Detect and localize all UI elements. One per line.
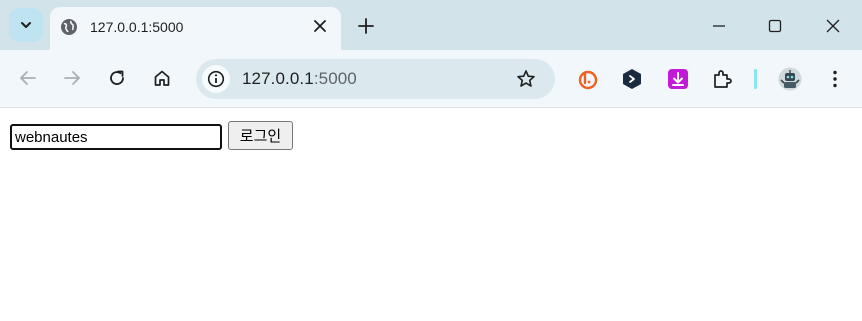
page-content: 로그인 bbox=[0, 108, 862, 321]
info-icon bbox=[207, 70, 225, 88]
browser-chrome: 127.0.0.1:5000 127.0.0.1:5000 bbox=[0, 0, 862, 108]
browser-menu-button[interactable] bbox=[826, 67, 844, 91]
close-icon bbox=[826, 19, 840, 33]
bitly-extension-icon bbox=[578, 70, 598, 90]
chevron-down-icon bbox=[21, 22, 31, 28]
toolbar: 127.0.0.1:5000 bbox=[0, 50, 862, 108]
download-extension-button[interactable] bbox=[666, 67, 690, 91]
maximize-button[interactable] bbox=[765, 16, 785, 36]
robot-profile-icon bbox=[778, 67, 802, 91]
hex-extension-button[interactable] bbox=[620, 67, 644, 91]
profile-button[interactable] bbox=[778, 67, 802, 91]
active-tab[interactable]: 127.0.0.1:5000 bbox=[50, 7, 341, 50]
extensions-button[interactable] bbox=[711, 67, 735, 91]
toolbar-divider bbox=[754, 69, 757, 89]
bitly-extension-button[interactable] bbox=[576, 67, 600, 91]
maximize-icon bbox=[768, 19, 782, 33]
back-button[interactable] bbox=[17, 67, 39, 89]
download-extension-icon bbox=[668, 69, 688, 89]
reload-icon bbox=[110, 70, 124, 85]
puzzle-extensions-icon bbox=[714, 70, 732, 88]
globe-icon bbox=[61, 19, 77, 35]
reload-button[interactable] bbox=[106, 67, 128, 89]
home-button[interactable] bbox=[151, 67, 173, 89]
tab-title: 127.0.0.1:5000 bbox=[90, 19, 184, 35]
hex-extension-icon bbox=[623, 69, 641, 89]
url-host: 127.0.0.1 bbox=[242, 69, 314, 88]
star-icon bbox=[517, 70, 535, 87]
site-info-button[interactable] bbox=[202, 65, 230, 93]
close-icon[interactable] bbox=[311, 17, 329, 35]
forward-arrow-icon bbox=[64, 71, 80, 85]
username-input[interactable] bbox=[10, 124, 222, 150]
window-close-button[interactable] bbox=[823, 16, 843, 36]
kebab-menu-icon bbox=[833, 70, 837, 88]
url-text[interactable]: 127.0.0.1:5000 bbox=[242, 69, 357, 89]
home-icon bbox=[154, 70, 170, 86]
minimize-icon bbox=[713, 25, 725, 27]
minimize-button[interactable] bbox=[709, 16, 729, 36]
tab-search-button[interactable] bbox=[9, 8, 43, 42]
new-tab-button[interactable] bbox=[355, 15, 377, 37]
forward-button[interactable] bbox=[61, 67, 83, 89]
plus-icon bbox=[358, 18, 374, 34]
login-button[interactable]: 로그인 bbox=[228, 121, 293, 150]
back-arrow-icon bbox=[20, 71, 36, 85]
url-port: :5000 bbox=[313, 69, 357, 88]
address-bar[interactable]: 127.0.0.1:5000 bbox=[196, 59, 555, 99]
bookmark-button[interactable] bbox=[515, 68, 537, 90]
tab-strip: 127.0.0.1:5000 bbox=[0, 0, 862, 50]
